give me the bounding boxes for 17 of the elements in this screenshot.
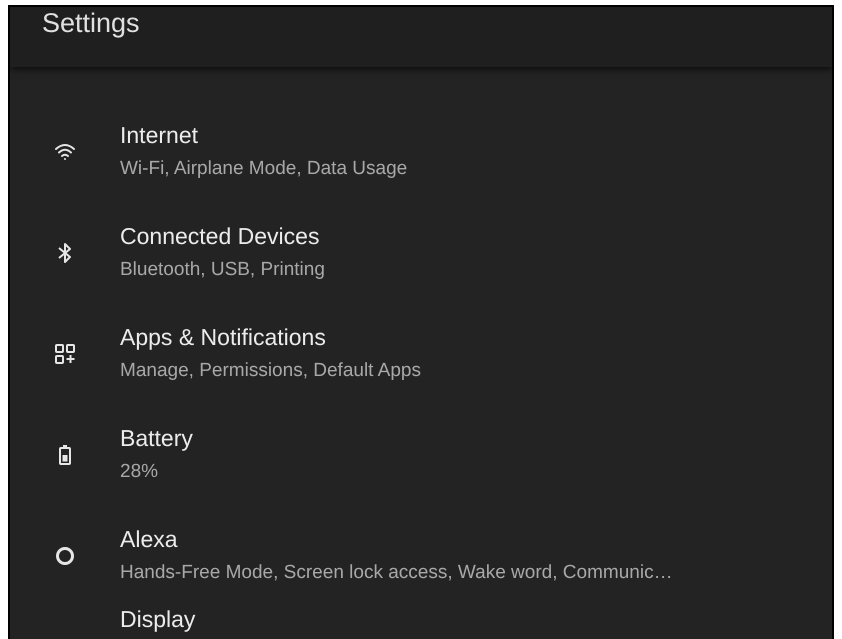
setting-title[interactable]: Apps & Notifications: [120, 324, 421, 351]
bluetooth-icon: [58, 242, 72, 264]
ring-icon: [55, 546, 75, 566]
setting-title[interactable]: Battery: [120, 425, 193, 452]
battery-icon: [59, 444, 71, 464]
setting-summary: Bluetooth, USB, Printing: [120, 258, 325, 282]
setting-summary: Wi-Fi, Airplane Mode, Data Usage: [120, 157, 408, 181]
wifi-icon: [54, 142, 76, 160]
apps-grid-icon: [55, 344, 75, 364]
setting-summary: 28%: [120, 460, 160, 484]
setting-summary: Manage, Permissions, Default Apps: [120, 359, 421, 383]
app-bar-title: Settings: [42, 7, 140, 39]
setting-summary: Hands-Free Mode, Screen lock access, Wake word, Communic…: [120, 561, 673, 585]
setting-title[interactable]: Internet: [120, 122, 408, 149]
setting-title[interactable]: Alexa: [120, 526, 673, 553]
setting-title[interactable]: Connected Devices: [120, 223, 325, 250]
setting-title[interactable]: Display: [120, 606, 196, 633]
